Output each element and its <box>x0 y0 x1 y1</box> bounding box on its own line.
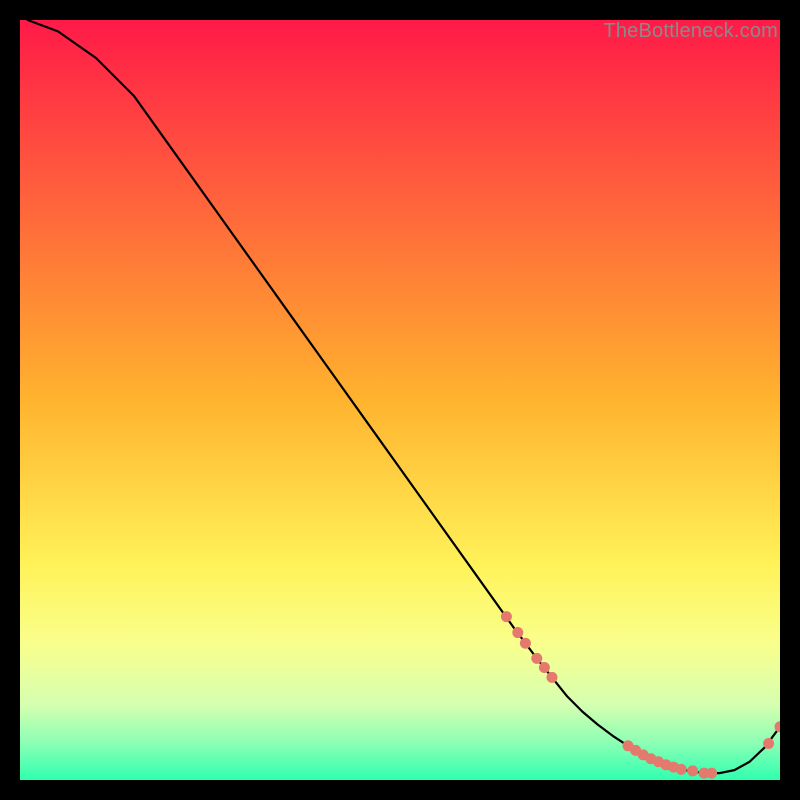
marker-dot <box>531 653 542 664</box>
marker-dot <box>501 611 512 622</box>
chart-plot <box>20 20 780 780</box>
marker-dot <box>520 638 531 649</box>
marker-dot <box>687 765 698 776</box>
marker-dot <box>512 627 523 638</box>
marker-dot <box>763 738 774 749</box>
marker-dot <box>539 662 550 673</box>
marker-dot <box>547 672 558 683</box>
marker-dot <box>706 768 717 779</box>
marker-dot <box>676 764 687 775</box>
watermark-text: TheBottleneck.com <box>603 20 778 43</box>
chart-frame: TheBottleneck.com <box>20 20 780 780</box>
chart-background <box>20 20 780 780</box>
